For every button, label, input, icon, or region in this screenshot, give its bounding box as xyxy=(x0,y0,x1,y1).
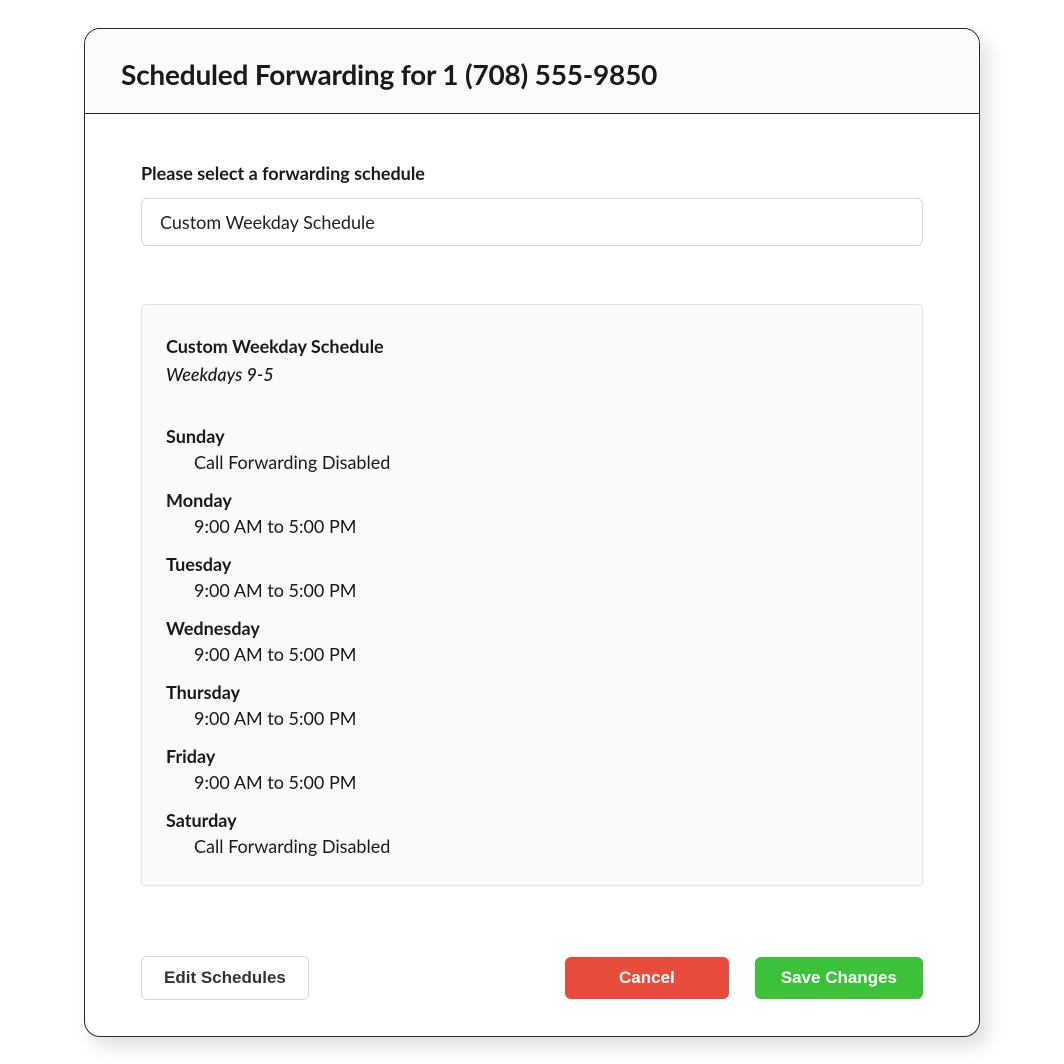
schedule-day-row: Saturday Call Forwarding Disabled xyxy=(166,809,898,857)
day-label: Saturday xyxy=(166,809,898,831)
schedule-details-panel: Custom Weekday Schedule Weekdays 9-5 Sun… xyxy=(141,304,923,886)
schedule-day-row: Wednesday 9:00 AM to 5:00 PM xyxy=(166,617,898,665)
schedule-description: Weekdays 9-5 xyxy=(166,363,898,385)
edit-schedules-button[interactable]: Edit Schedules xyxy=(141,956,309,1000)
day-label: Wednesday xyxy=(166,617,898,639)
day-value: 9:00 AM to 5:00 PM xyxy=(166,707,898,729)
day-label: Tuesday xyxy=(166,553,898,575)
schedule-select[interactable]: Custom Weekday Schedule xyxy=(141,198,923,246)
day-value: 9:00 AM to 5:00 PM xyxy=(166,515,898,537)
day-label: Monday xyxy=(166,489,898,511)
modal-title: Scheduled Forwarding for 1 (708) 555-985… xyxy=(121,57,943,91)
day-value: 9:00 AM to 5:00 PM xyxy=(166,579,898,601)
day-label: Friday xyxy=(166,745,898,767)
save-changes-button[interactable]: Save Changes xyxy=(755,957,923,999)
schedule-day-row: Sunday Call Forwarding Disabled xyxy=(166,425,898,473)
day-value: 9:00 AM to 5:00 PM xyxy=(166,771,898,793)
day-value: Call Forwarding Disabled xyxy=(166,451,898,473)
day-label: Thursday xyxy=(166,681,898,703)
day-value: 9:00 AM to 5:00 PM xyxy=(166,643,898,665)
cancel-button[interactable]: Cancel xyxy=(565,957,729,999)
schedule-day-row: Thursday 9:00 AM to 5:00 PM xyxy=(166,681,898,729)
modal-body: Please select a forwarding schedule Cust… xyxy=(85,114,979,896)
schedule-day-row: Monday 9:00 AM to 5:00 PM xyxy=(166,489,898,537)
schedule-name: Custom Weekday Schedule xyxy=(166,335,898,357)
day-label: Sunday xyxy=(166,425,898,447)
scheduled-forwarding-modal: Scheduled Forwarding for 1 (708) 555-985… xyxy=(84,28,980,1037)
schedule-select-label: Please select a forwarding schedule xyxy=(141,162,923,184)
day-value: Call Forwarding Disabled xyxy=(166,835,898,857)
modal-header: Scheduled Forwarding for 1 (708) 555-985… xyxy=(85,29,979,114)
schedule-day-row: Tuesday 9:00 AM to 5:00 PM xyxy=(166,553,898,601)
modal-footer: Edit Schedules Cancel Save Changes xyxy=(85,896,979,1036)
schedule-select-value: Custom Weekday Schedule xyxy=(160,211,375,233)
schedule-day-row: Friday 9:00 AM to 5:00 PM xyxy=(166,745,898,793)
